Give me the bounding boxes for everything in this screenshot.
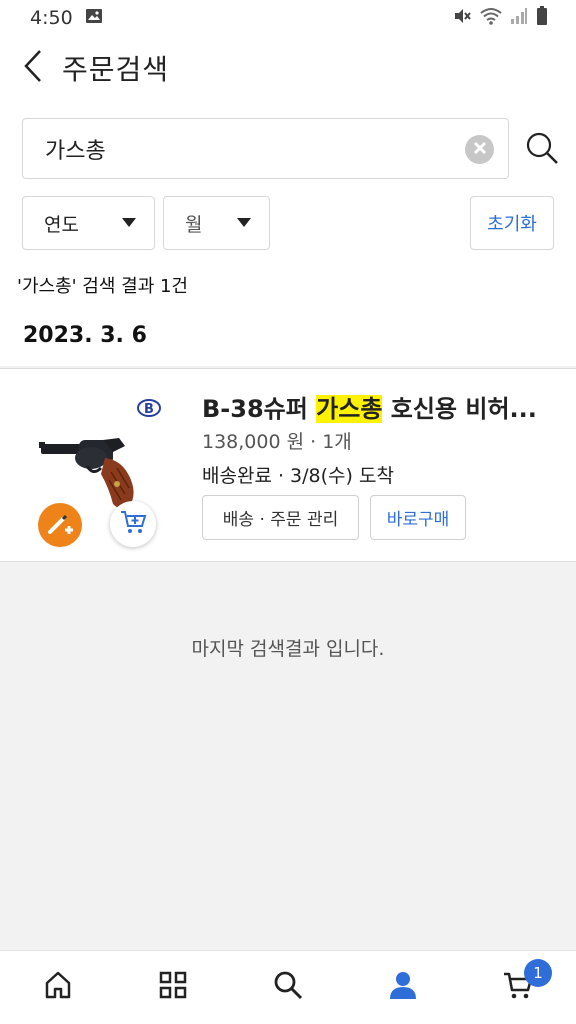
product-title-suffix: 호신용 비허... [382, 395, 537, 423]
status-bar-left: 4:50 [30, 7, 103, 29]
mute-icon [452, 6, 472, 30]
reset-button[interactable]: 초기화 [470, 196, 554, 250]
order-card[interactable]: B B-38슈퍼 가스총 호신용 비허... 138,000 원 · 1개 배송… [0, 368, 576, 562]
clear-icon [473, 140, 487, 159]
month-select-label: 월 [185, 213, 203, 236]
promo-badge-icon [38, 503, 82, 547]
home-icon [43, 970, 73, 1004]
back-icon [23, 49, 43, 87]
clear-button[interactable] [465, 135, 494, 164]
nav-my-page[interactable] [381, 965, 425, 1009]
search-icon [524, 132, 560, 170]
search-box [22, 118, 509, 179]
chevron-down-icon [237, 218, 251, 227]
signal-icon [510, 7, 528, 29]
nav-search[interactable] [266, 965, 310, 1009]
nav-category[interactable] [151, 965, 195, 1009]
product-title-prefix: B-38슈퍼 [202, 395, 317, 423]
end-of-results-message: 마지막 검색결과 입니다. [191, 638, 385, 660]
month-select[interactable]: 월 [163, 196, 270, 250]
search-highlight: 가스총 [316, 395, 383, 423]
wifi-icon [480, 7, 502, 29]
search-input[interactable] [45, 131, 445, 167]
delivery-status: 배송완료 · 3/8(수) 도착 [202, 465, 394, 487]
nav-home[interactable] [36, 965, 80, 1009]
status-bar-right [452, 6, 548, 30]
svg-text:B: B [144, 402, 154, 417]
order-date-heading: 2023. 3. 6 [23, 323, 147, 348]
product-title[interactable]: B-38슈퍼 가스총 호신용 비허... [202, 389, 558, 424]
brand-logo-icon: B [136, 397, 162, 419]
cart-count-badge: 1 [524, 959, 552, 987]
battery-icon [536, 6, 548, 30]
manage-order-button[interactable]: 배송 · 주문 관리 [202, 495, 359, 540]
year-select-label: 연도 [44, 213, 79, 236]
page-title: 주문검색 [62, 53, 170, 86]
bottom-nav [0, 950, 576, 1024]
result-count: '가스총' 검색 결과 1건 [17, 276, 188, 297]
revolver-image [39, 434, 141, 512]
chevron-down-icon [122, 218, 136, 227]
year-select[interactable]: 연도 [22, 196, 155, 250]
header: 주문검색 [0, 36, 576, 100]
my-page-icon [388, 970, 418, 1004]
buy-now-button[interactable]: 바로구매 [370, 495, 466, 540]
add-to-cart-button[interactable] [110, 501, 156, 547]
image-icon [85, 8, 103, 28]
nav-search-icon [273, 970, 303, 1004]
category-icon [158, 970, 188, 1004]
status-time: 4:50 [30, 7, 73, 29]
cart-plus-icon [119, 509, 147, 539]
search-button[interactable] [524, 130, 560, 166]
status-bar: 4:50 [0, 0, 576, 36]
back-button[interactable] [18, 50, 48, 86]
product-price: 138,000 원 · 1개 [202, 431, 352, 453]
product-thumbnail[interactable]: B [22, 389, 172, 547]
